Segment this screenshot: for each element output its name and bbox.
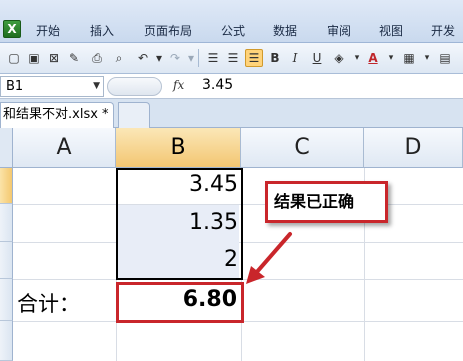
tab-formulas[interactable]: 公式	[221, 22, 245, 39]
cell-b4-sum[interactable]: 6.80	[120, 287, 237, 312]
font-color-dropdown-icon[interactable]: ▾	[382, 49, 400, 67]
spreadsheet-grid[interactable]: A B C D 3.45 1.35 2 合计： 6.80	[0, 128, 463, 361]
formula-input-area: fx 3.45	[107, 76, 463, 97]
annotation-callout: 结果已正确	[265, 181, 388, 223]
save-icon[interactable]: ▣	[25, 49, 43, 67]
print-icon[interactable]: ⎙	[88, 49, 106, 67]
ribbon-tab-bar: X 开始 插入 页面布局 公式 数据 审阅 视图 开发	[0, 0, 463, 43]
underline-button[interactable]: U	[308, 49, 326, 67]
select-all-corner[interactable]	[0, 128, 13, 168]
column-header-c[interactable]: C	[241, 128, 364, 168]
new-icon[interactable]: ▢	[5, 49, 23, 67]
tab-page-layout[interactable]: 页面布局	[144, 22, 192, 39]
column-header-b[interactable]: B	[116, 128, 241, 168]
workbook-tab[interactable]: 和结果不对.xlsx *	[0, 102, 114, 128]
row-header-2[interactable]	[0, 204, 13, 242]
workbook-tab-label: 和结果不对.xlsx *	[3, 107, 109, 122]
borders-dropdown-icon[interactable]: ▾	[418, 49, 436, 67]
row-header-1[interactable]	[0, 168, 13, 204]
align-center-icon[interactable]: ☰	[224, 49, 242, 67]
tab-view[interactable]: 视图	[379, 22, 403, 39]
borders-icon[interactable]: ▦	[400, 49, 418, 67]
bold-button[interactable]: B	[266, 49, 284, 67]
workbook-tab-bar: 和结果不对.xlsx *	[0, 99, 463, 128]
column-header-d[interactable]: D	[364, 128, 463, 168]
formula-expand-handle[interactable]	[107, 77, 162, 96]
align-right-icon[interactable]: ☰	[245, 49, 263, 67]
tab-home[interactable]: 开始	[36, 22, 60, 39]
font-color-button[interactable]: A	[364, 49, 382, 67]
excel-app-icon[interactable]: X	[3, 20, 21, 38]
tab-insert[interactable]: 插入	[90, 22, 114, 39]
preview-icon[interactable]: ⌕	[110, 49, 128, 67]
insert-function-icon[interactable]: fx	[173, 78, 184, 92]
print-preview-icon[interactable]: ⊠	[45, 49, 63, 67]
tab-developer[interactable]: 开发	[431, 22, 455, 39]
fill-color-icon[interactable]: ◈	[330, 49, 348, 67]
row-header-4[interactable]	[0, 279, 13, 321]
quick-toolbar: ▢ ▣ ⊠ ✎ ⎙ ⌕ ↶ ▾ ↷ ▾ ☰ ☰ ☰ B I U ◈ ▾ A ▾ …	[0, 43, 463, 74]
callout-text: 结果已正确	[274, 192, 355, 211]
formula-bar: B1 ▼ fx 3.45	[0, 74, 463, 99]
column-header-a[interactable]: A	[13, 128, 116, 168]
more-icon[interactable]: ▤	[436, 49, 454, 67]
new-workbook-tab[interactable]	[118, 102, 150, 128]
align-left-icon[interactable]: ☰	[204, 49, 222, 67]
tab-review[interactable]: 审阅	[327, 22, 351, 39]
sum-label: 合计：	[17, 292, 80, 316]
formula-input[interactable]: 3.45	[202, 77, 233, 93]
annotation-arrow-icon	[246, 232, 292, 284]
toolbar-separator	[198, 49, 199, 67]
format-painter-icon[interactable]: ✎	[65, 49, 83, 67]
row-header-3[interactable]	[0, 242, 13, 279]
chevron-down-icon[interactable]: ▼	[93, 77, 100, 96]
selection-border	[116, 168, 243, 280]
name-box-value: B1	[6, 79, 24, 94]
tab-data[interactable]: 数据	[273, 22, 297, 39]
row-header-5[interactable]	[0, 321, 13, 361]
italic-button[interactable]: I	[286, 49, 304, 67]
name-box[interactable]: B1 ▼	[0, 76, 104, 97]
